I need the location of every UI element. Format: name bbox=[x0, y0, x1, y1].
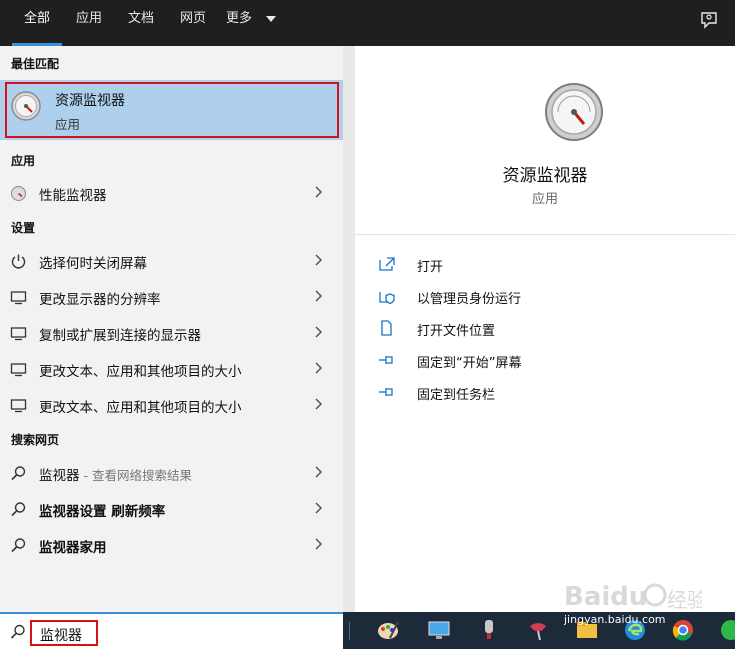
section-apps: 应用 bbox=[11, 154, 36, 168]
app-green-icon[interactable] bbox=[719, 618, 735, 642]
tab-all-label: 全部 bbox=[23, 11, 50, 26]
list-item-label: 复制或扩展到连接的显示器 bbox=[39, 328, 201, 344]
pin-icon bbox=[379, 356, 393, 364]
paint-icon[interactable] bbox=[376, 618, 400, 642]
search-input-value: 监视器 bbox=[40, 628, 82, 644]
tab-more[interactable]: 更多 bbox=[226, 0, 282, 46]
tab-apps[interactable]: 应用 bbox=[66, 0, 112, 46]
monitor-icon bbox=[10, 363, 27, 377]
baidu-watermark-logo: Baidu 经验 jingyan.baidu.com bbox=[563, 582, 702, 625]
tab-documents-label: 文档 bbox=[127, 11, 154, 26]
chevron-right-icon[interactable] bbox=[315, 502, 323, 514]
list-item-label: 监视器 - 查看网络搜索结果 bbox=[39, 464, 192, 484]
monitor-icon bbox=[10, 327, 27, 341]
chevron-right-icon[interactable] bbox=[315, 538, 323, 550]
action-label: 打开 bbox=[417, 260, 444, 275]
search-icon bbox=[11, 538, 26, 553]
chevron-right-icon[interactable] bbox=[315, 326, 323, 338]
open-icon bbox=[379, 257, 395, 271]
chevron-right-icon[interactable] bbox=[315, 254, 323, 266]
search-icon bbox=[10, 624, 25, 639]
detail-panel: 资源监视器 应用 打开 以管理员身份运行 打开文件位置 固定到“开始”屏幕 固定… bbox=[343, 46, 735, 612]
file-location-icon bbox=[381, 320, 392, 336]
list-item-label: 选择何时关闭屏幕 bbox=[39, 256, 147, 272]
performance-monitor-icon bbox=[11, 186, 26, 201]
admin-shield-icon bbox=[379, 292, 395, 304]
taskbar-separator bbox=[349, 622, 350, 640]
section-web-search: 搜索网页 bbox=[11, 433, 60, 447]
resource-monitor-icon bbox=[545, 83, 603, 141]
app-type: 应用 bbox=[531, 192, 558, 207]
tab-web[interactable]: 网页 bbox=[170, 0, 216, 46]
svg-text:Baidu: Baidu bbox=[564, 582, 647, 612]
feedback-icon[interactable] bbox=[699, 10, 719, 30]
microphone-icon[interactable] bbox=[477, 618, 501, 642]
tab-more-label: 更多 bbox=[226, 11, 253, 26]
chevron-right-icon[interactable] bbox=[315, 186, 323, 198]
list-item-text-size-2[interactable]: 更改文本、应用和其他项目的大小 bbox=[0, 387, 343, 423]
list-item-label: 监视器家用 bbox=[39, 540, 107, 556]
best-match-item[interactable]: 资源监视器 应用 bbox=[0, 80, 343, 140]
section-best-match: 最佳匹配 bbox=[11, 57, 60, 71]
web-hint: - 查看网络搜索结果 bbox=[79, 468, 192, 483]
list-item-label: 性能监视器 bbox=[39, 188, 107, 204]
divider bbox=[355, 234, 735, 235]
app-name: 资源监视器 bbox=[502, 166, 588, 186]
section-settings: 设置 bbox=[11, 221, 36, 235]
list-item-extend-display[interactable]: 复制或扩展到连接的显示器 bbox=[0, 315, 343, 351]
chevron-down-icon bbox=[266, 16, 276, 22]
results-list: 最佳匹配 资源监视器 应用 应用 性能监视器 设置 选择何时关闭屏幕 更改显示器… bbox=[0, 46, 343, 612]
list-item-label: 更改显示器的分辨率 bbox=[39, 292, 161, 308]
search-filter-bar: 全部 应用 文档 网页 更多 bbox=[0, 0, 735, 46]
list-item-label: 监视器设置 刷新频率 bbox=[39, 504, 166, 520]
action-label: 固定到“开始”屏幕 bbox=[417, 356, 522, 371]
chevron-right-icon[interactable] bbox=[315, 290, 323, 302]
list-item-performance-monitor[interactable]: 性能监视器 bbox=[0, 175, 343, 211]
list-item-change-resolution[interactable]: 更改显示器的分辨率 bbox=[0, 279, 343, 315]
remote-desktop-icon[interactable] bbox=[427, 618, 451, 642]
svg-text:经验: 经验 bbox=[667, 588, 702, 612]
list-item-web-suggestion[interactable]: 监视器家用 bbox=[0, 527, 343, 563]
search-bar: 监视器 bbox=[0, 612, 343, 649]
list-item-label: 更改文本、应用和其他项目的大小 bbox=[39, 364, 242, 380]
list-item-web-search[interactable]: 监视器 - 查看网络搜索结果 bbox=[0, 455, 343, 491]
search-input[interactable]: 监视器 bbox=[30, 620, 98, 646]
tab-all[interactable]: 全部 bbox=[12, 0, 62, 46]
action-label: 固定到任务栏 bbox=[417, 388, 496, 403]
list-item-web-suggestion[interactable]: 监视器设置 刷新频率 bbox=[0, 491, 343, 527]
tab-apps-label: 应用 bbox=[75, 11, 102, 26]
search-icon bbox=[11, 466, 26, 481]
annotation-highlight-box bbox=[5, 82, 339, 138]
action-label: 打开文件位置 bbox=[417, 324, 496, 339]
search-icon bbox=[11, 502, 26, 517]
power-icon bbox=[11, 254, 26, 269]
monitor-icon bbox=[10, 399, 27, 413]
pin-icon bbox=[379, 388, 393, 396]
watermark-url: jingyan.baidu.com bbox=[563, 613, 666, 625]
web-query: 监视器 bbox=[39, 468, 80, 484]
list-item-label: 更改文本、应用和其他项目的大小 bbox=[39, 400, 242, 416]
monitor-icon bbox=[10, 291, 27, 305]
list-item-screen-off[interactable]: 选择何时关闭屏幕 bbox=[0, 243, 343, 279]
paint3d-icon[interactable] bbox=[526, 618, 550, 642]
chevron-right-icon[interactable] bbox=[315, 398, 323, 410]
tab-web-label: 网页 bbox=[179, 11, 206, 26]
tab-documents[interactable]: 文档 bbox=[118, 0, 164, 46]
list-item-text-size[interactable]: 更改文本、应用和其他项目的大小 bbox=[0, 351, 343, 387]
chevron-right-icon[interactable] bbox=[315, 466, 323, 478]
action-label: 以管理员身份运行 bbox=[417, 292, 522, 307]
chevron-right-icon[interactable] bbox=[315, 362, 323, 374]
